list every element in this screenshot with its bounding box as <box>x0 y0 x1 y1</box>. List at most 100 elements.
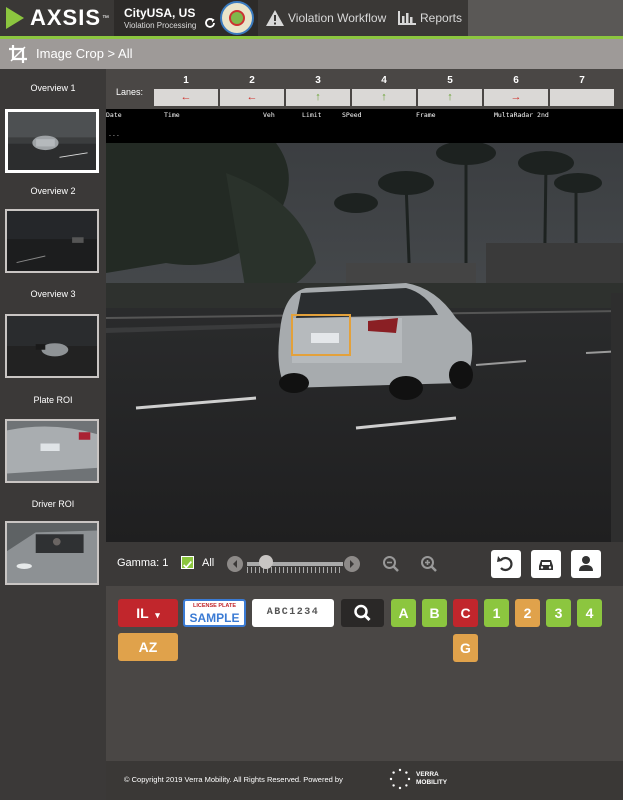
copyright-text: © Copyright 2019 Verra Mobility. All Rig… <box>124 775 343 784</box>
state-dropdown-value: IL <box>136 605 149 621</box>
candidate-chip[interactable]: 2 <box>515 599 540 627</box>
lane-up-arrow-icon: ↑ <box>286 89 350 106</box>
image-controls-bar: Gamma: 1 All <box>106 542 623 586</box>
plate-entry-panel: IL ▾ LICENSE PLATE SAMPLE ABC1234 A B C … <box>106 586 623 761</box>
brand-line-1: VERRA <box>416 771 439 778</box>
vehicle-view-button[interactable] <box>531 550 561 578</box>
city-subtitle: Violation Processing <box>124 21 197 30</box>
nav-reports-label: Reports <box>420 11 463 25</box>
zoom-out-icon[interactable] <box>382 555 400 573</box>
nav-violation-workflow-label: Violation Workflow <box>288 11 387 25</box>
strip-header-frame: Frame <box>416 111 436 119</box>
thumb-label-overview-2: Overview 2 <box>30 186 76 196</box>
seal-emblem <box>229 10 245 26</box>
lane-up-arrow-icon: ↑ <box>352 89 416 106</box>
all-checkbox[interactable] <box>181 556 194 569</box>
lane-3[interactable]: 3 ↑ <box>286 73 350 109</box>
main-panel: Lanes: 1 ← 2 ← 3 ↑ 4 ↑ 5 ↑ 6 → 7 Date Ti… <box>106 69 623 800</box>
lane-4[interactable]: 4 ↑ <box>352 73 416 109</box>
zoom-in-icon[interactable] <box>420 555 438 573</box>
axsis-logo[interactable]: AXSIS ™ <box>6 5 110 30</box>
lane-7[interactable]: 7 <box>550 73 614 109</box>
page-title: Image Crop > All <box>36 46 133 61</box>
violation-image-viewer[interactable]: Date Time Veh Limit SPeed Frame MultaRad… <box>106 109 623 542</box>
thumb-label-plate-roi: Plate ROI <box>33 395 73 405</box>
thumbnail-driver-roi[interactable] <box>5 521 99 585</box>
bar-chart-icon <box>398 11 416 25</box>
strip-header-radar: MultaRadar 2nd <box>494 111 549 119</box>
thumbnail-overview-2[interactable] <box>5 209 99 273</box>
state-dropdown[interactable]: IL ▾ <box>118 599 178 627</box>
chevron-left-icon <box>233 560 237 568</box>
car-icon <box>539 560 553 570</box>
plate-sample-text: SAMPLE <box>189 611 240 625</box>
lane-6[interactable]: 6 → <box>484 73 548 109</box>
gamma-label: Gamma: 1 <box>117 557 169 569</box>
candidate-chip[interactable]: G <box>453 634 478 662</box>
plate-search-button[interactable] <box>341 599 384 627</box>
strip-header-veh: Veh <box>263 111 275 119</box>
strip-header-time: Time <box>164 111 180 119</box>
reset-button[interactable] <box>491 550 521 578</box>
verra-mobility-logo-icon <box>389 768 411 790</box>
image-thumbnail-sidebar: Overview 1 Overview 2 Overview 3 Plate R… <box>0 69 106 800</box>
candidate-chip[interactable]: 1 <box>484 599 509 627</box>
plate-number-input[interactable]: ABC1234 <box>252 599 334 627</box>
lane-number: 7 <box>579 75 585 86</box>
thumb-label-overview-3: Overview 3 <box>30 289 76 299</box>
lane-5[interactable]: 5 ↑ <box>418 73 482 109</box>
violation-photo[interactable] <box>106 143 623 542</box>
thumbnail-overview-1[interactable] <box>5 109 99 173</box>
verra-mobility-wordmark: VERRA MOBILITY <box>416 771 447 787</box>
candidate-chip[interactable]: 4 <box>577 599 602 627</box>
lane-number: 6 <box>513 75 519 86</box>
thumbnail-overview-3[interactable] <box>5 314 99 378</box>
gamma-decrease-button[interactable] <box>227 556 243 572</box>
strip-header-speed: SPeed <box>342 111 362 119</box>
crop-icon <box>9 45 27 63</box>
lane-left-arrow-icon: ← <box>220 89 284 106</box>
thumb-label-overview-1: Overview 1 <box>30 83 76 93</box>
lane-1[interactable]: 1 ← <box>154 73 218 109</box>
plate-style-sample[interactable]: LICENSE PLATE SAMPLE <box>183 599 246 627</box>
lane-up-arrow-icon: ↑ <box>418 89 482 106</box>
lane-number: 1 <box>183 75 189 86</box>
thumbnail-plate-roi[interactable] <box>5 419 99 483</box>
page-subheader: Image Crop > All <box>0 39 623 69</box>
nav-reports[interactable]: Reports <box>398 0 462 36</box>
lane-number: 3 <box>315 75 321 86</box>
lane-number: 2 <box>249 75 255 86</box>
caret-down-icon: ▾ <box>155 610 160 620</box>
brand-line-2: MOBILITY <box>416 779 448 786</box>
navbar-filler <box>468 0 623 36</box>
lanes-selector: Lanes: 1 ← 2 ← 3 ↑ 4 ↑ 5 ↑ 6 → 7 <box>106 73 623 109</box>
candidate-chip[interactable]: B <box>422 599 447 627</box>
lane-2[interactable]: 2 ← <box>220 73 284 109</box>
city-selector[interactable]: CityUSA, US Violation Processing <box>114 0 258 36</box>
nav-violation-workflow[interactable]: Violation Workflow <box>265 0 386 36</box>
undo-icon <box>497 556 513 572</box>
lane-empty-box <box>550 89 614 106</box>
city-name: CityUSA, US <box>124 6 196 20</box>
refresh-icon[interactable] <box>204 17 216 29</box>
footer: © Copyright 2019 Verra Mobility. All Rig… <box>106 761 623 800</box>
gamma-increase-button[interactable] <box>344 556 360 572</box>
search-icon <box>354 604 371 622</box>
lane-left-arrow-icon: ← <box>154 89 218 106</box>
alt-state-button[interactable]: AZ <box>118 633 178 661</box>
street-scene-photo <box>106 143 623 542</box>
lane-right-arrow-icon: → <box>484 89 548 106</box>
axsis-chevron-icon <box>6 7 24 29</box>
candidate-chip[interactable]: C <box>453 599 478 627</box>
logo-trademark: ™ <box>102 14 110 22</box>
lane-number: 4 <box>381 75 387 86</box>
driver-view-button[interactable] <box>571 550 601 578</box>
chevron-right-icon <box>350 560 354 568</box>
camera-data-strip: Date Time Veh Limit SPeed Frame MultaRad… <box>106 109 623 143</box>
strip-header-date: Date <box>106 111 122 119</box>
city-seal-logo <box>220 1 254 35</box>
candidate-chip[interactable]: A <box>391 599 416 627</box>
candidate-chip[interactable]: 3 <box>546 599 571 627</box>
checkmark-icon <box>183 560 192 569</box>
top-navbar: AXSIS ™ CityUSA, US Violation Processing… <box>0 0 623 39</box>
